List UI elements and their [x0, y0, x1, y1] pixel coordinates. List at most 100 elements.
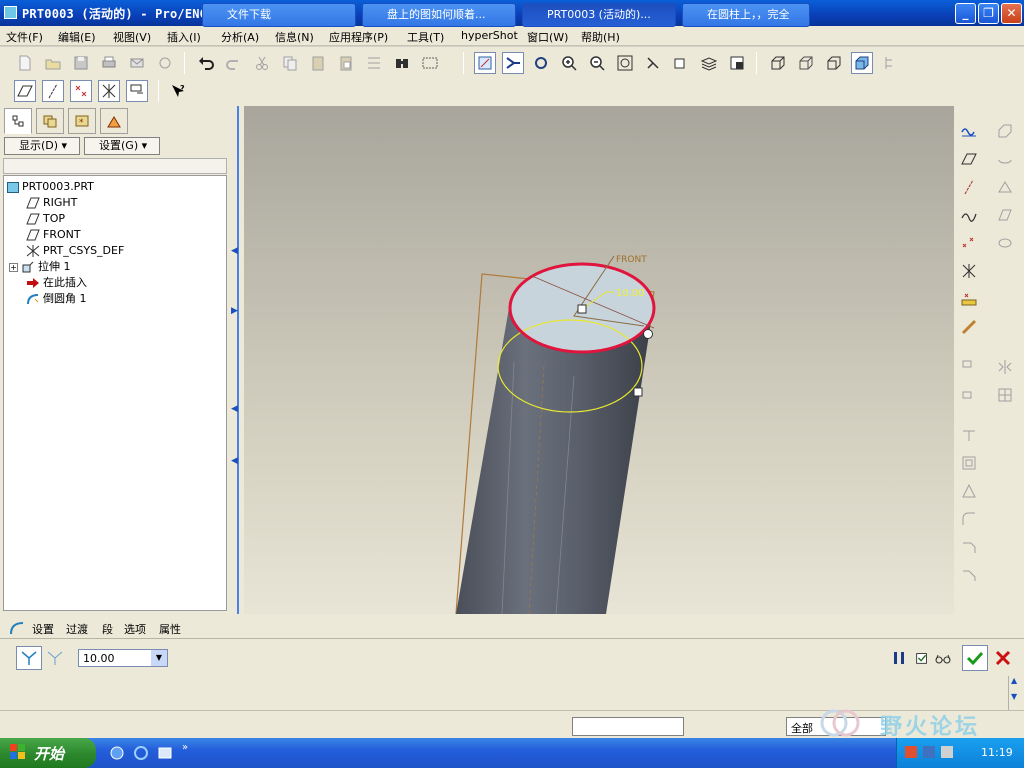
shading-icon[interactable]	[851, 52, 873, 74]
tab-setup[interactable]: 设置	[32, 621, 54, 637]
menu-hypershot[interactable]: hyperShot	[461, 29, 518, 42]
chain-tool-icon[interactable]	[958, 316, 980, 338]
tray-network-icon[interactable]	[923, 746, 935, 758]
zoom-out-icon[interactable]	[586, 52, 608, 74]
tab-folder-browser[interactable]	[36, 108, 64, 134]
tray-app-icon[interactable]	[905, 746, 917, 758]
menu-view[interactable]: 视图(V)	[113, 29, 151, 45]
radius-input[interactable]: 10.00 ▼	[78, 649, 168, 667]
csys-tool-icon[interactable]	[958, 260, 980, 282]
email-link-icon[interactable]	[154, 52, 176, 74]
scroll-up-icon[interactable]: ▲	[1011, 676, 1017, 685]
ie-icon[interactable]	[130, 742, 152, 764]
datum-plane-display-icon[interactable]	[14, 80, 36, 102]
taskbar-item-proe[interactable]: PRT0003 (活动的)...	[522, 3, 676, 27]
start-button[interactable]: 开始	[0, 738, 96, 768]
email-icon[interactable]	[126, 52, 148, 74]
tree-item-csys[interactable]: PRT_CSYS_DEF	[26, 244, 124, 258]
context-help-icon[interactable]: ?	[167, 80, 189, 102]
tree-item-front[interactable]: FRONT	[26, 228, 81, 242]
tab-segment[interactable]: 段	[102, 621, 113, 637]
rib-tool-icon[interactable]	[958, 424, 980, 446]
paste-feature-icon[interactable]	[958, 384, 980, 406]
menu-window[interactable]: 窗口(W)	[527, 29, 568, 45]
menu-analysis[interactable]: 分析(A)	[221, 29, 259, 45]
layers-icon[interactable]	[698, 52, 720, 74]
saved-views-icon[interactable]	[670, 52, 692, 74]
tab-properties[interactable]: 属性	[159, 621, 181, 637]
paste-special-icon[interactable]	[335, 52, 357, 74]
sweep-tool-icon[interactable]	[994, 176, 1016, 198]
select-box-icon[interactable]	[419, 52, 441, 74]
tab-transition[interactable]: 过渡	[66, 621, 88, 637]
media-icon[interactable]	[154, 742, 176, 764]
round-tool-icon[interactable]	[958, 508, 980, 530]
chevron-down-icon[interactable]: ▼	[151, 650, 167, 666]
tab-favorites[interactable]: *	[68, 108, 96, 134]
tree-root[interactable]: PRT0003.PRT	[7, 180, 94, 194]
hidden-line-icon[interactable]	[795, 52, 817, 74]
undo-icon[interactable]	[195, 52, 217, 74]
datum-point-display-icon[interactable]	[502, 52, 524, 74]
menu-help[interactable]: 帮助(H)	[581, 29, 620, 45]
tab-connections[interactable]	[100, 108, 128, 134]
view-manager-icon[interactable]	[726, 52, 748, 74]
round-transition-mode-icon[interactable]	[44, 647, 66, 669]
open-folder-icon[interactable]	[42, 52, 64, 74]
axis-tool-icon[interactable]	[958, 176, 980, 198]
menu-info[interactable]: 信息(N)	[275, 29, 314, 45]
revolve-tool-icon[interactable]	[994, 148, 1016, 170]
round-set-mode-icon[interactable]	[16, 646, 42, 670]
menu-file[interactable]: 文件(F)	[6, 29, 43, 45]
datum-point-icon[interactable]	[70, 80, 92, 102]
hole-tool-icon[interactable]	[994, 232, 1016, 254]
restore-button[interactable]: ❐	[978, 3, 999, 24]
collapse-left-icon[interactable]: ◀	[231, 456, 238, 466]
show-desktop-icon[interactable]	[106, 742, 128, 764]
shell-tool-icon[interactable]	[958, 452, 980, 474]
display-dropdown[interactable]: 显示(D) ▾	[4, 137, 80, 155]
spin-center-icon[interactable]	[530, 52, 552, 74]
copy-feature-icon[interactable]	[958, 356, 980, 378]
mirror-tool-icon[interactable]	[994, 356, 1016, 378]
scroll-down-icon[interactable]: ▼	[1011, 692, 1017, 701]
tab-model-tree[interactable]	[4, 108, 32, 134]
model-tree-toggle-icon[interactable]	[879, 52, 901, 74]
tree-item-extrude[interactable]: + 拉伸 1	[9, 260, 71, 274]
cut-icon[interactable]	[251, 52, 273, 74]
drag-handle-circle[interactable]	[643, 329, 653, 339]
save-icon[interactable]	[70, 52, 92, 74]
reorient-icon[interactable]	[642, 52, 664, 74]
tree-item-round[interactable]: 倒圆角 1	[26, 292, 87, 306]
tree-item-top[interactable]: TOP	[26, 212, 65, 226]
annotation-display-icon[interactable]	[126, 80, 148, 102]
regenerate-icon[interactable]	[363, 52, 385, 74]
no-hidden-icon[interactable]	[823, 52, 845, 74]
close-button[interactable]: ✕	[1001, 3, 1022, 24]
glasses-icon[interactable]	[932, 647, 954, 669]
sketch-icon[interactable]	[474, 52, 496, 74]
cancel-icon[interactable]	[992, 647, 1014, 669]
curve-tool-icon[interactable]	[958, 204, 980, 226]
graphics-viewport[interactable]: FRONT 10.00	[244, 106, 954, 614]
datum-axis-display-icon[interactable]	[42, 80, 64, 102]
analysis-tool-icon[interactable]	[958, 288, 980, 310]
edge-chamfer-icon[interactable]	[958, 564, 980, 586]
menu-edit[interactable]: 编辑(E)	[58, 29, 96, 45]
expand-icon[interactable]: +	[9, 262, 18, 272]
copy-icon[interactable]	[279, 52, 301, 74]
new-file-icon[interactable]	[14, 52, 36, 74]
tree-item-right[interactable]: RIGHT	[26, 196, 77, 210]
status-input[interactable]	[572, 717, 684, 736]
expand-right-icon[interactable]: ▶	[231, 306, 238, 316]
extrude-tool-icon[interactable]	[994, 120, 1016, 142]
tray-volume-icon[interactable]	[941, 746, 953, 758]
collapse-left-icon[interactable]: ◀	[231, 246, 238, 256]
drag-handle[interactable]	[633, 387, 643, 397]
more-quicklaunch-icon[interactable]: »	[182, 742, 188, 753]
blend-tool-icon[interactable]	[994, 204, 1016, 226]
coordinate-system-display-icon[interactable]	[98, 80, 120, 102]
confirm-icon[interactable]	[962, 645, 988, 671]
refit-icon[interactable]	[614, 52, 636, 74]
point-tool-icon[interactable]	[958, 232, 980, 254]
